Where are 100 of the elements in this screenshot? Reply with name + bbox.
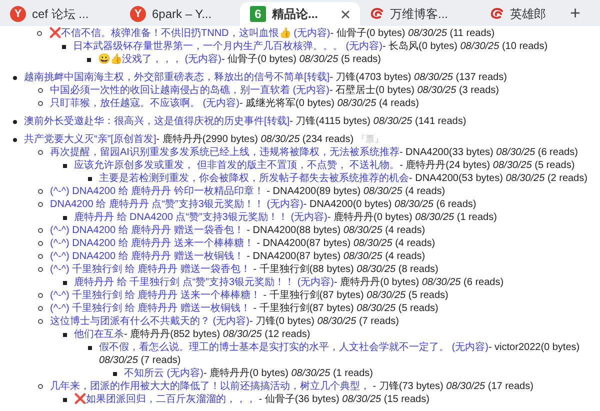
read-count: (141 reads) bbox=[415, 116, 466, 127]
post-date: 08/30/25 bbox=[291, 368, 330, 379]
author-info: - DNA4200(0 bytes) bbox=[303, 199, 392, 210]
browser-tab[interactable]: Y cef 论坛 ... bbox=[0, 2, 120, 26]
no-content-link[interactable]: (无内容) bbox=[166, 368, 204, 379]
post-date: 08/30/25 bbox=[356, 303, 396, 314]
author-info: - 刀锋(0 bytes) bbox=[249, 316, 314, 327]
author-info: - 鹿特丹丹(24 bytes) bbox=[400, 160, 490, 171]
read-count: (4 reads) bbox=[395, 238, 436, 249]
post-link[interactable]: DNA4200 给 鹿特丹丹 点“赞”支持3银元奖励！！ bbox=[50, 199, 264, 210]
logo-icon: Y bbox=[130, 6, 146, 22]
bullet-icon bbox=[63, 216, 67, 220]
post-link[interactable]: (^-^) DNA4200 给 鹿特丹丹 送来一个棒棒糖！ bbox=[50, 238, 254, 249]
post-date: 08/30/25 bbox=[99, 355, 138, 366]
no-content-link[interactable]: (无内容) bbox=[184, 54, 222, 65]
post-link[interactable]: 不知所云 bbox=[124, 368, 164, 379]
author-info: - DNA4200(87 bytes) bbox=[246, 251, 341, 262]
browser-tab[interactable]: Y 6park – Y... bbox=[120, 2, 240, 26]
author-info: - 千里独行剑(87 bytes) bbox=[252, 303, 354, 314]
post-link[interactable]: (^-^) DNA4200 给 鹿特丹丹 赠送一枚铜钱！ bbox=[50, 251, 244, 262]
vote-tag: 『票』 bbox=[356, 134, 384, 144]
no-content-link[interactable]: (无内容) bbox=[452, 342, 488, 353]
bullet-icon bbox=[37, 31, 42, 36]
read-count: (17 reads) bbox=[488, 381, 534, 392]
post-date: 08/30/25 bbox=[506, 173, 545, 184]
tab-title: 万维博客... bbox=[390, 6, 450, 23]
post-date: 08/30/25 bbox=[492, 160, 532, 171]
logo-icon: Y bbox=[10, 6, 26, 22]
bullet-icon bbox=[13, 76, 17, 80]
post-link[interactable]: 共产党要大义灭“亲”[原创首发] bbox=[24, 134, 156, 145]
logo-icon: 6 bbox=[250, 6, 266, 22]
post-date: 08/30/25 bbox=[460, 41, 500, 52]
new-tab-button[interactable]: + bbox=[568, 3, 583, 23]
read-count: (6 reads) bbox=[464, 277, 504, 288]
post-link[interactable]: 几年来，团派的作用被大大的降低了！以前还搞搞活动，树立几个典型， bbox=[50, 381, 370, 392]
no-content-link[interactable]: (无内容) bbox=[346, 41, 382, 52]
bullet-icon bbox=[38, 189, 43, 194]
post-date: 08/30/25 bbox=[394, 199, 434, 210]
no-content-link[interactable]: (无内容) bbox=[202, 98, 240, 109]
browser-tab[interactable]: 英雄郎 bbox=[480, 2, 566, 26]
post-link[interactable]: 😀👍没戏了，，， bbox=[98, 54, 182, 65]
post-date: 08/30/25 bbox=[342, 394, 382, 405]
post-link[interactable]: (^-^) 千里独行剑 给 鹿特丹丹 送来一个棒棒糖！ bbox=[50, 290, 260, 301]
bullet-icon bbox=[63, 333, 67, 337]
no-content-link[interactable]: (无内容) bbox=[294, 28, 330, 39]
post-link[interactable]: 假不假，看怎么说。理工的博士基本是实打实的水平，人文社会学就不一定了。 bbox=[99, 342, 449, 353]
read-count: (3 reads) bbox=[458, 85, 499, 96]
post-link[interactable]: 澳前外长受邀赴华：很高兴，这是值得庆祝的历史事件[转载] bbox=[24, 116, 290, 127]
post-link[interactable]: 鹿特丹丹 给 千里独行剑 点“赞”支持3银元奖励！！ bbox=[74, 277, 295, 288]
read-count: (12 reads) bbox=[264, 329, 310, 340]
post-link[interactable]: 这位博士与团派有什么不共戴天的？ bbox=[50, 316, 210, 327]
tab-title: 英雄郎 bbox=[510, 6, 547, 23]
author-info: - 石壁居士(0 bytes) bbox=[329, 85, 414, 96]
read-count: (5 reads) bbox=[408, 290, 448, 301]
bullet-icon bbox=[38, 228, 43, 233]
post-link[interactable]: 只盯菲猴，放任越寇。不应该啊。 bbox=[50, 98, 200, 109]
author-info: - 刀锋(4115 bytes) bbox=[290, 116, 371, 127]
post-date: 08/30/25 bbox=[317, 316, 356, 327]
no-content-link[interactable]: (无内容) bbox=[266, 199, 304, 210]
post-link[interactable]: 中国必须一次性的收回让越南侵占的岛礁，别一直软着 bbox=[50, 85, 290, 96]
no-content-link[interactable]: (无内容) bbox=[292, 85, 330, 96]
no-content-link[interactable]: (无内容) bbox=[212, 316, 250, 327]
post-link[interactable]: 他们在互杀 bbox=[74, 329, 124, 340]
read-count: (2 reads) bbox=[547, 173, 588, 184]
no-content-link[interactable]: (无内容) bbox=[297, 277, 334, 288]
bullet-icon bbox=[38, 293, 43, 298]
post-link[interactable]: 鹿特丹丹 给 DNA4200 点“赞”支持3银元奖励！！ bbox=[74, 212, 288, 223]
bullet-icon bbox=[38, 384, 43, 389]
post-link[interactable]: (^-^) DNA4200 给 鹿特丹丹 赠送一袋香包！ bbox=[50, 225, 244, 236]
post-link[interactable]: 应该允许原创多发或重发， 但非首发的版主不置顶，不点赞， 不送礼物。 bbox=[74, 160, 400, 171]
author-info: - 戚继光将军(0 bytes) bbox=[239, 98, 334, 109]
author-info: - 仙骨子(36 bytes) bbox=[258, 394, 340, 405]
post-date: 08/30/25 bbox=[408, 28, 447, 39]
browser-tab[interactable]: 万维博客... bbox=[360, 2, 480, 26]
close-icon[interactable] bbox=[341, 10, 350, 18]
read-count: (10 reads) bbox=[502, 41, 548, 52]
post-link[interactable]: 主要是若检测到重发，你会被降权，所发帖子都失去被系统推荐的机会 bbox=[99, 173, 409, 184]
post-date: 08/30/25 bbox=[337, 98, 376, 109]
post-link[interactable]: 越南挑衅中国南海主权，外交部重磅表态，释放出的信号不简单[转载] bbox=[24, 72, 330, 83]
post-date: 08/30/25 bbox=[343, 251, 382, 262]
post-date: 08/30/25 bbox=[353, 238, 392, 249]
author-info: - DNA4200(88 bytes) bbox=[246, 225, 341, 236]
bullet-icon bbox=[13, 120, 17, 124]
read-count: (4 reads) bbox=[378, 98, 419, 109]
bullet-icon bbox=[38, 241, 43, 246]
read-count: (5 reads) bbox=[398, 303, 438, 314]
read-count: (5 reads) bbox=[340, 54, 381, 65]
post-link[interactable]: (^-^) 千里独行剑 给 鹿特丹丹 赠送一枚铜钱！ bbox=[50, 303, 250, 314]
post-link[interactable]: 不信不信。核弹准备！不供旧扔TNND，这叫血恨👍 bbox=[61, 28, 291, 39]
post-link[interactable]: 如果团派回归，二百斤灰溜溜的，，， bbox=[86, 394, 256, 405]
post-date: 08/30/25 bbox=[343, 225, 382, 236]
read-count: (8 reads) bbox=[398, 264, 438, 275]
browser-tab[interactable]: 6 精品论... bbox=[240, 2, 360, 26]
post-link[interactable]: (^-^) DNA4200 给 鹿特丹丹 钤印一枚精品印章！ bbox=[50, 186, 264, 197]
no-content-link[interactable]: (无内容) bbox=[290, 212, 328, 223]
bullet-icon bbox=[113, 372, 117, 376]
post-link[interactable]: 日本武器级钚存量世界第一，一个月内生产几百枚核弹。。。 bbox=[73, 41, 343, 52]
post-link[interactable]: 再次提醒，留园AI识别重发多发系统已经上线，违规将被降权，无法被系统推荐 bbox=[50, 147, 400, 158]
post-link[interactable]: (^-^) 千里独行剑 给 鹿特丹丹 赠送一袋香包！ bbox=[50, 264, 250, 275]
read-count: (5 reads) bbox=[534, 160, 575, 171]
